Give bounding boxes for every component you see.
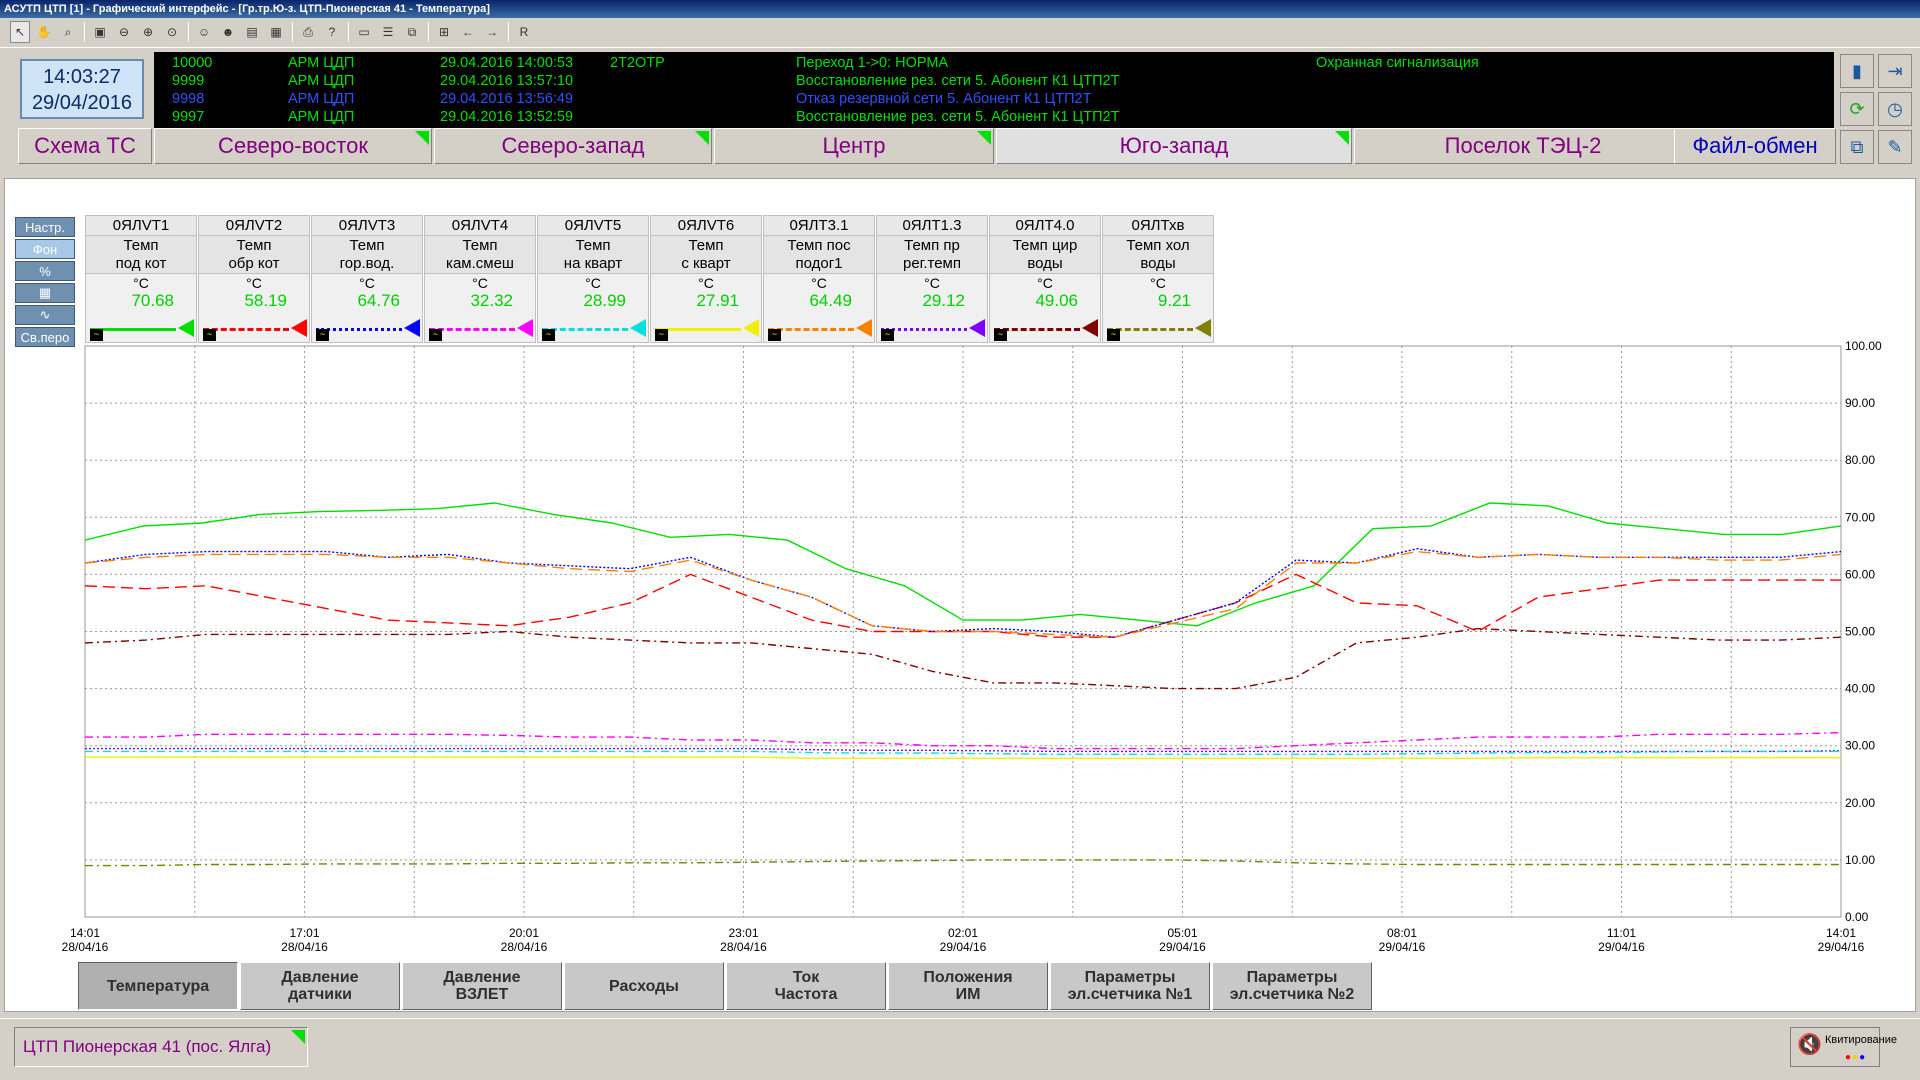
x-tick-date: 29/04/16 bbox=[1818, 940, 1865, 954]
event-row[interactable]: 9998 АРМ ЦДП 29.04.2016 13:56:49 Отказ резе… bbox=[154, 90, 1834, 108]
mute-speaker-icon: 🔇 bbox=[1797, 1034, 1822, 1056]
fit-icon[interactable]: ▣ bbox=[90, 21, 110, 43]
y-tick-label: 50.00 bbox=[1845, 625, 1875, 639]
tab-north-west[interactable]: Северо-запад bbox=[434, 128, 712, 164]
x-tick-date: 29/04/16 bbox=[1598, 940, 1645, 954]
network-icon[interactable]: ⊞ bbox=[434, 21, 454, 43]
x-tick-time: 14:01 bbox=[70, 926, 100, 940]
event-log[interactable]: 10000 АРМ ЦДП 29.04.2016 14:00:53 2Т2ОТР Пер… bbox=[154, 52, 1834, 128]
parameter-tabs: Температура Давление датчики Давление ВЗЛЕ… bbox=[78, 962, 1378, 1010]
event-row[interactable]: 10000 АРМ ЦДП 29.04.2016 14:00:53 2Т2ОТР Пер… bbox=[154, 54, 1834, 72]
tab-current-frequency[interactable]: Ток Частота bbox=[726, 962, 886, 1010]
report-icon[interactable]: ▤ bbox=[242, 21, 262, 43]
acknowledge-label: Квитирование bbox=[1825, 1034, 1897, 1046]
side-icons: ▮ ⇥ ⟳ ◷ ⧉ ✎ bbox=[1838, 52, 1920, 164]
x-tick-date: 28/04/16 bbox=[720, 940, 767, 954]
y-tick-label: 30.00 bbox=[1845, 739, 1875, 753]
hand-tool-icon[interactable]: ✋ bbox=[34, 21, 54, 43]
x-tick-time: 17:01 bbox=[289, 926, 319, 940]
y-tick-label: 60.00 bbox=[1845, 567, 1875, 581]
alarm-flag-icon bbox=[291, 1030, 305, 1044]
tab-tec2[interactable]: Поселок ТЭЦ-2 bbox=[1354, 128, 1692, 164]
acknowledge-button[interactable]: 🔇 Квитирование ●●● bbox=[1790, 1027, 1897, 1067]
tab-meter-1[interactable]: Параметры эл.счетчика №1 bbox=[1050, 962, 1210, 1010]
logout-icon[interactable]: ⇥ bbox=[1878, 54, 1912, 88]
area-tabs: Схема ТС Северо-восток Северо-запад Цент… bbox=[18, 128, 1836, 164]
y-tick-label: 20.00 bbox=[1845, 796, 1875, 810]
event-row[interactable]: 9999 АРМ ЦДП 29.04.2016 13:57:10 Восстановл… bbox=[154, 72, 1834, 90]
tab-north-east[interactable]: Северо-восток bbox=[154, 128, 432, 164]
zoom-in-icon[interactable]: ⊕ bbox=[138, 21, 158, 43]
edit-icon[interactable]: ✎ bbox=[1878, 130, 1912, 164]
refresh-r-button[interactable]: R bbox=[514, 21, 534, 43]
users-icon[interactable]: ☺ bbox=[194, 21, 214, 43]
x-tick-date: 29/04/16 bbox=[940, 940, 987, 954]
trend-panel: Настр. Фон % ▦ ∿ Св.перо 0ЯЛVТ1 Темп под к… bbox=[4, 178, 1916, 1012]
x-tick-time: 14:01 bbox=[1826, 926, 1856, 940]
signal-dots-icon: ●●● bbox=[1845, 1052, 1867, 1063]
layout-1-icon[interactable]: ▭ bbox=[354, 21, 374, 43]
y-tick-label: 70.00 bbox=[1845, 510, 1875, 524]
y-tick-label: 90.00 bbox=[1845, 396, 1875, 410]
alarm-flag-icon bbox=[695, 131, 709, 145]
tab-center[interactable]: Центр bbox=[714, 128, 994, 164]
alarm-flag-icon bbox=[977, 131, 991, 145]
x-tick-time: 20:01 bbox=[509, 926, 539, 940]
toolbar: ↖ ✋ ⌕ ▣ ⊖ ⊕ ⊙ ☺ ☻ ▤ ▦ ⎙ ? ▭ ☰ ⧉ ⊞ ← → R bbox=[0, 18, 1920, 48]
tab-pressure-sensors[interactable]: Давление датчики bbox=[240, 962, 400, 1010]
sync-icon[interactable]: ⟳ bbox=[1840, 92, 1874, 126]
event-row[interactable]: 9997 АРМ ЦДП 29.04.2016 13:52:59 Восстановл… bbox=[154, 108, 1834, 126]
window-title: АСУТП ЦТП [1] - Графический интерфейс - … bbox=[0, 0, 1920, 18]
layout-3-icon[interactable]: ⧉ bbox=[402, 21, 422, 43]
group-icon[interactable]: ☻ bbox=[218, 21, 238, 43]
x-tick-date: 28/04/16 bbox=[281, 940, 328, 954]
forward-arrow-icon[interactable]: → bbox=[482, 21, 502, 43]
x-tick-time: 11:01 bbox=[1607, 926, 1636, 940]
print-icon[interactable]: ⎙ bbox=[298, 21, 318, 43]
x-tick-date: 29/04/16 bbox=[1159, 940, 1206, 954]
x-tick-date: 29/04/16 bbox=[1379, 940, 1426, 954]
alarm-flag-icon bbox=[415, 131, 429, 145]
alarm-flag-icon bbox=[1335, 131, 1349, 145]
tab-positions[interactable]: Положения ИМ bbox=[888, 962, 1048, 1010]
trend-chart[interactable]: 0.00 10.00 20.00 30.00 40.00 50.00 60.00 70.00 8… bbox=[5, 179, 1915, 1009]
x-tick-date: 28/04/16 bbox=[62, 940, 109, 954]
layout-2-icon[interactable]: ☰ bbox=[378, 21, 398, 43]
x-tick-time: 02:01 bbox=[948, 926, 978, 940]
table-icon[interactable]: ▦ bbox=[266, 21, 286, 43]
clock-date: 29/04/2016 bbox=[31, 92, 133, 114]
tab-south-west[interactable]: Юго-запад bbox=[996, 128, 1352, 164]
y-tick-label: 40.00 bbox=[1845, 682, 1875, 696]
y-tick-label: 10.00 bbox=[1845, 853, 1875, 867]
x-tick-time: 23:01 bbox=[728, 926, 758, 940]
zoom-tool-icon[interactable]: ⌕ bbox=[58, 21, 78, 43]
tab-temperature[interactable]: Температура bbox=[78, 962, 238, 1010]
zoom-out-icon[interactable]: ⊖ bbox=[114, 21, 134, 43]
x-tick-date: 28/04/16 bbox=[501, 940, 548, 954]
pointer-tool-icon[interactable]: ↖ bbox=[10, 21, 30, 43]
help-icon[interactable]: ? bbox=[322, 21, 342, 43]
tab-file-exchange[interactable]: Файл-обмен bbox=[1674, 128, 1836, 164]
tab-meter-2[interactable]: Параметры эл.счетчика №2 bbox=[1212, 962, 1372, 1010]
tab-scheme-ts[interactable]: Схема ТС bbox=[18, 128, 152, 164]
clock-settings-icon[interactable]: ◷ bbox=[1878, 92, 1912, 126]
station-button[interactable]: ЦТП Пионерская 41 (пос. Ялга) bbox=[14, 1027, 308, 1067]
y-tick-label: 80.00 bbox=[1845, 453, 1875, 467]
clock: 14:03:27 29/04/2016 bbox=[20, 59, 144, 119]
clock-time: 14:03:27 bbox=[43, 66, 121, 88]
status-bar: ЦТП Пионерская 41 (пос. Ялга) 🔇 Квитиров… bbox=[0, 1018, 1920, 1080]
door-exit-icon[interactable]: ▮ bbox=[1840, 54, 1874, 88]
y-tick-label: 100.00 bbox=[1845, 339, 1882, 353]
y-tick-label: 0.00 bbox=[1845, 910, 1869, 924]
x-tick-time: 05:01 bbox=[1167, 926, 1197, 940]
back-arrow-icon[interactable]: ← bbox=[458, 21, 478, 43]
tab-pressure-vzlet[interactable]: Давление ВЗЛЕТ bbox=[402, 962, 562, 1010]
tab-flows[interactable]: Расходы bbox=[564, 962, 724, 1010]
x-tick-time: 08:01 bbox=[1387, 926, 1417, 940]
windows-icon[interactable]: ⧉ bbox=[1840, 130, 1874, 164]
zoom-reset-icon[interactable]: ⊙ bbox=[162, 21, 182, 43]
